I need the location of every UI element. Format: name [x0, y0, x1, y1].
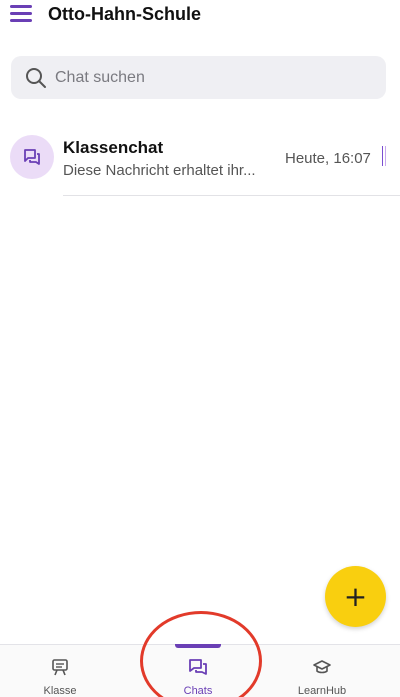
active-tab-indicator — [175, 644, 221, 648]
tab-label: Klasse — [43, 685, 77, 697]
chat-name: Klassenchat — [63, 138, 164, 157]
search-bar[interactable] — [11, 56, 386, 99]
tab-label: LearnHub — [297, 685, 347, 697]
chat-timestamp: Heute, 16:07 — [285, 150, 371, 167]
divider — [63, 195, 400, 196]
chat-preview: Diese Nachricht erhaltet ihr... — [63, 162, 256, 179]
tab-label: Chats — [183, 685, 213, 697]
bottom-navigation: Klasse Chats LearnHub — [0, 644, 400, 697]
tab-learnhub[interactable]: LearnHub — [262, 645, 382, 697]
unread-indicator — [382, 146, 386, 166]
search-icon — [26, 68, 46, 88]
new-chat-button[interactable]: + — [325, 566, 386, 627]
app-header: Otto-Hahn-Schule — [0, 0, 400, 32]
plus-icon: + — [343, 580, 368, 613]
chat-list-item[interactable]: Klassenchat Diese Nachricht erhaltet ihr… — [0, 132, 400, 196]
graduation-cap-icon — [313, 660, 331, 674]
tab-klasse[interactable]: Klasse — [0, 645, 120, 697]
hamburger-menu-icon[interactable] — [10, 5, 32, 23]
page-title: Otto-Hahn-Schule — [48, 4, 201, 24]
chat-bubble-icon — [189, 659, 207, 675]
chat-bubble-icon — [24, 149, 40, 165]
tab-chats[interactable]: Chats — [138, 644, 258, 697]
classroom-board-icon — [52, 659, 68, 676]
search-input[interactable] — [55, 56, 375, 99]
chat-avatar — [10, 135, 54, 179]
